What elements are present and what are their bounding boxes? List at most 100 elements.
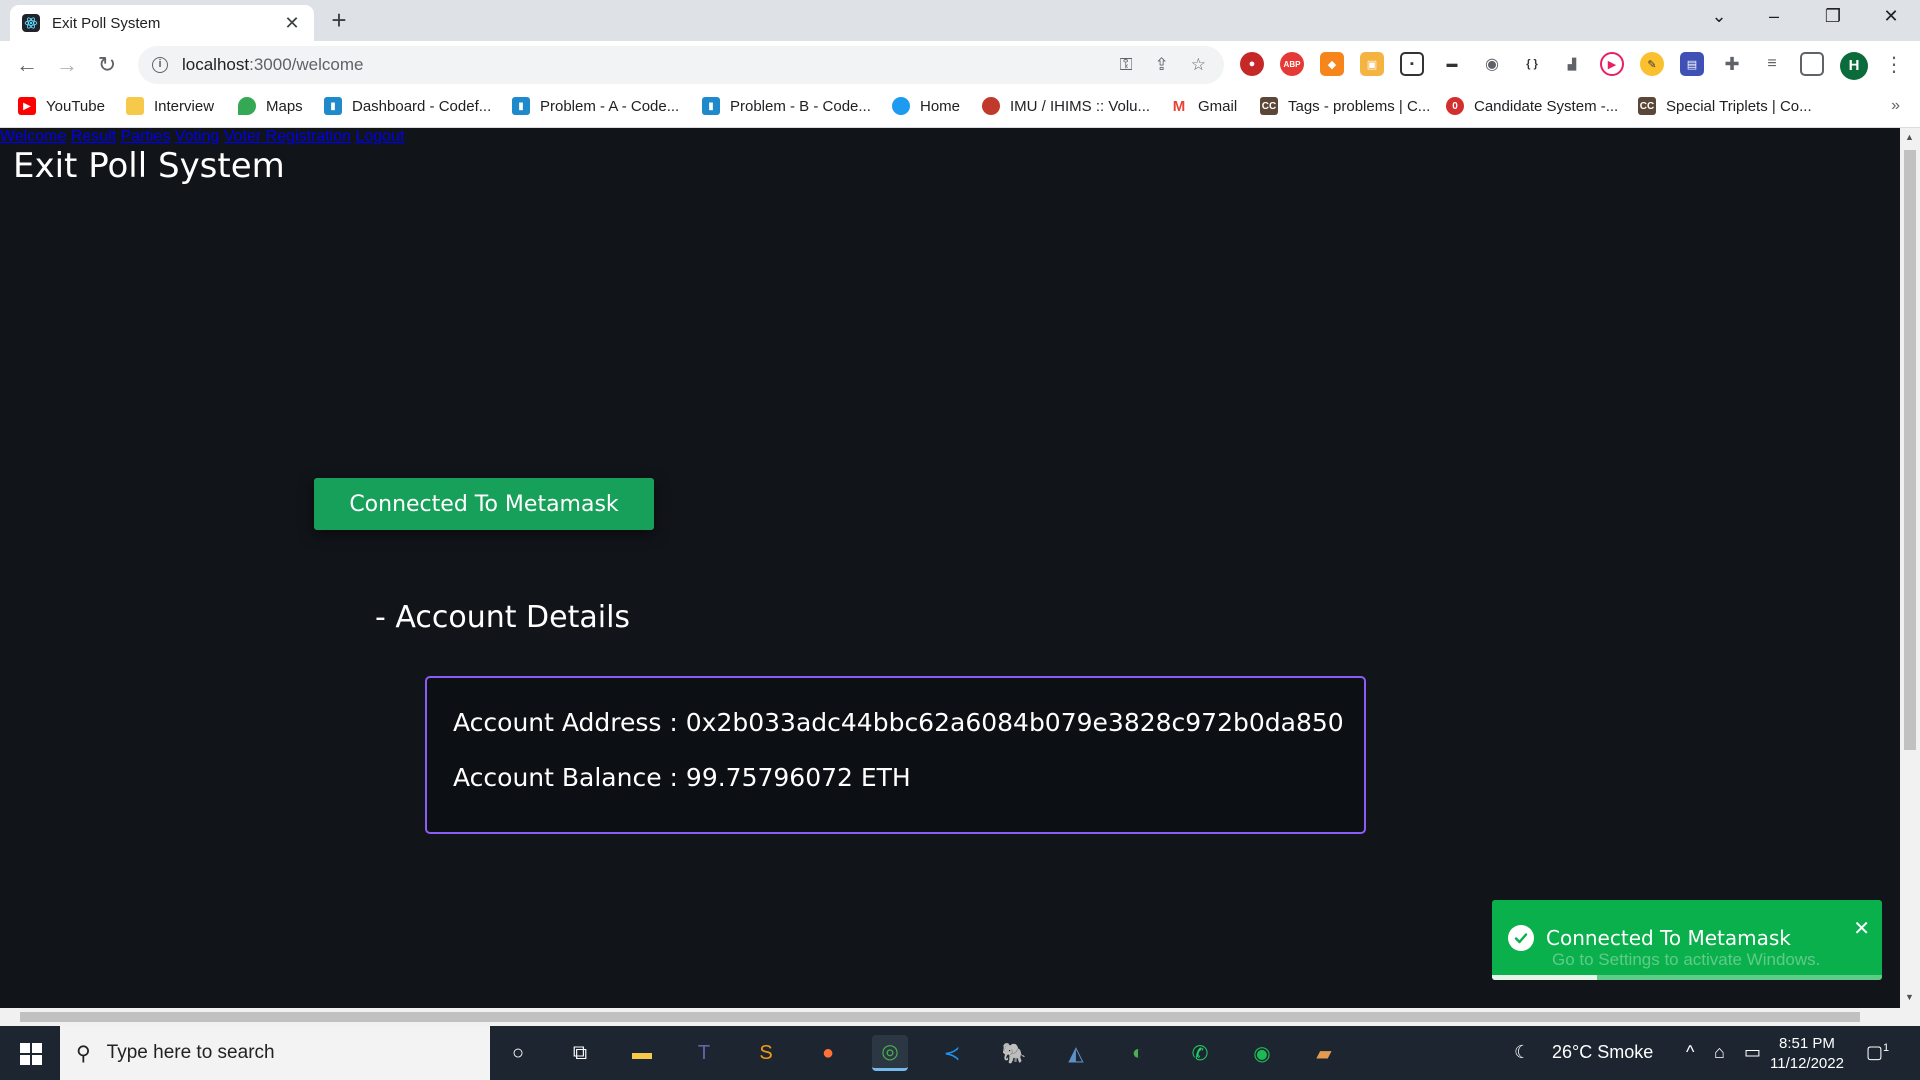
- address-bar[interactable]: i localhost:3000/welcome ⚿ ⇪ ☆: [138, 46, 1224, 84]
- site-info-icon[interactable]: i: [152, 57, 168, 73]
- bookmark-label: IMU / IHIMS :: Volu...: [1010, 97, 1151, 115]
- tab-strip: Exit Poll System ✕ + ⌄ – ❐ ✕: [0, 0, 1920, 41]
- connect-metamask-button[interactable]: Connected To Metamask: [314, 478, 654, 530]
- cortana-icon[interactable]: ○: [500, 1035, 536, 1071]
- play-icon[interactable]: ▶: [1600, 52, 1624, 76]
- dash-extension-icon[interactable]: ▬: [1440, 52, 1464, 76]
- tab-close-icon[interactable]: ✕: [282, 13, 302, 34]
- battery-icon[interactable]: ▭: [1744, 1042, 1761, 1063]
- account-address: Account Address : 0x2b033adc44bbc62a6084…: [453, 708, 1344, 737]
- mongodb-compass-icon[interactable]: ◐: [1120, 1035, 1156, 1071]
- teams-icon[interactable]: T: [686, 1035, 722, 1071]
- nav-parties[interactable]: Parties: [121, 128, 171, 145]
- bookmark-problem-b[interactable]: ▮ Problem - B - Code...: [702, 97, 871, 115]
- share-icon[interactable]: ⇪: [1155, 55, 1169, 75]
- picture-in-picture-icon[interactable]: ▪: [1400, 52, 1424, 76]
- postgres-icon[interactable]: 🐘: [996, 1035, 1032, 1071]
- extensions-bar: ● ABP ◆ ▣ ▪ ▬ ◉ { } ▟ ▶ ✎ ▤ ✚ ≡: [1240, 52, 1824, 76]
- codechef-icon: CC: [1638, 97, 1656, 115]
- tab-search-icon[interactable]: ⌄: [1704, 6, 1734, 27]
- chrome-icon[interactable]: ◎: [872, 1035, 908, 1071]
- folder-icon: [126, 97, 144, 115]
- bookmark-label: Home: [920, 97, 961, 115]
- bookmark-gmail[interactable]: M Gmail: [1170, 97, 1237, 115]
- bookmark-tags-problems[interactable]: CC Tags - problems | C...: [1260, 97, 1430, 115]
- scroll-down-icon[interactable]: ▼: [1905, 992, 1914, 1002]
- brand-title[interactable]: Exit Poll System: [13, 146, 285, 186]
- bookmark-special-triplets[interactable]: CC Special Triplets | Co...: [1638, 97, 1812, 115]
- tab-exit-poll-system[interactable]: Exit Poll System ✕: [10, 5, 314, 41]
- more-menu-icon[interactable]: ⋮: [1884, 52, 1904, 77]
- spotify-icon[interactable]: ◉: [1244, 1035, 1280, 1071]
- nav-welcome[interactable]: Welcome: [0, 128, 66, 145]
- weather-text[interactable]: 26°C Smoke: [1552, 1042, 1653, 1063]
- url-path: :3000/welcome: [249, 55, 364, 74]
- whatsapp-icon[interactable]: ✆: [1182, 1035, 1218, 1071]
- vertical-scrollbar[interactable]: ▲ ▼: [1900, 128, 1920, 1008]
- side-panel-icon[interactable]: [1800, 52, 1824, 76]
- adblock-icon[interactable]: ABP: [1280, 52, 1304, 76]
- reload-icon[interactable]: ↻: [93, 51, 121, 79]
- nav-voter-registration[interactable]: Voter Registration: [224, 128, 351, 145]
- bookmark-label: Dashboard - Codef...: [352, 97, 492, 115]
- file-explorer-icon[interactable]: ▬: [624, 1035, 660, 1071]
- bookmark-youtube[interactable]: ▶ YouTube: [18, 97, 105, 115]
- minimize-button[interactable]: –: [1759, 6, 1789, 27]
- bookmarks-overflow-icon[interactable]: »: [1891, 97, 1900, 115]
- taskbar-clock[interactable]: 8:51 PM 11/12/2022: [1770, 1034, 1844, 1074]
- weather-moon-icon: ☾: [1514, 1042, 1531, 1062]
- codeforces-icon: ▮: [512, 97, 530, 115]
- stats-icon[interactable]: ▟: [1560, 52, 1584, 76]
- scroll-up-icon[interactable]: ▲: [1905, 132, 1914, 142]
- camera-icon[interactable]: ◉: [1480, 52, 1504, 76]
- vscode-icon[interactable]: ≺: [934, 1035, 970, 1071]
- windows-start-icon[interactable]: [20, 1043, 42, 1065]
- bookmark-label: Special Triplets | Co...: [1666, 97, 1812, 115]
- extension-orange-icon[interactable]: ▣: [1360, 52, 1384, 76]
- extensions-puzzle-icon[interactable]: ✚: [1720, 52, 1744, 76]
- forward-icon[interactable]: →: [53, 51, 81, 79]
- bookmark-label: YouTube: [46, 97, 105, 115]
- ganache-icon[interactable]: ▰: [1306, 1035, 1342, 1071]
- restore-button[interactable]: ❐: [1818, 6, 1848, 27]
- task-view-icon[interactable]: ⧉: [562, 1035, 598, 1071]
- horizontal-scroll-thumb[interactable]: [20, 1012, 1860, 1022]
- maps-icon: [238, 97, 256, 115]
- taskbar-search[interactable]: ⚲ Type here to search: [60, 1026, 490, 1080]
- toast-progress-track: [1492, 975, 1882, 980]
- vertical-scroll-thumb[interactable]: [1904, 150, 1916, 750]
- horizontal-scrollbar[interactable]: [0, 1008, 1920, 1026]
- nav-result[interactable]: Result: [71, 128, 116, 145]
- bookmark-interview[interactable]: Interview: [126, 97, 214, 115]
- postman-icon[interactable]: ●: [810, 1035, 846, 1071]
- nav-logout[interactable]: Logout: [355, 128, 404, 145]
- close-window-button[interactable]: ✕: [1876, 6, 1906, 27]
- save-extension-icon[interactable]: ▤: [1680, 52, 1704, 76]
- metamask-icon[interactable]: ◆: [1320, 52, 1344, 76]
- media-queue-icon[interactable]: ≡: [1760, 52, 1784, 76]
- key-icon[interactable]: ⚿: [1120, 55, 1133, 75]
- bookmark-maps[interactable]: Maps: [238, 97, 303, 115]
- notification-center-icon[interactable]: ▢1: [1866, 1042, 1889, 1063]
- bookmark-label: Candidate System -...: [1474, 97, 1619, 115]
- pen-extension-icon[interactable]: ✎: [1640, 52, 1664, 76]
- profile-avatar[interactable]: H: [1840, 52, 1868, 80]
- search-icon: ⚲: [76, 1042, 91, 1065]
- bookmark-home[interactable]: Home: [892, 97, 960, 115]
- sublime-text-icon[interactable]: S: [748, 1035, 784, 1071]
- toast-close-icon[interactable]: ✕: [1853, 916, 1870, 941]
- nav-voting[interactable]: Voting: [175, 128, 219, 145]
- mysql-workbench-icon[interactable]: ◭: [1058, 1035, 1094, 1071]
- url-text: localhost:3000/welcome: [182, 55, 363, 75]
- tray-overflow-icon[interactable]: ^: [1686, 1042, 1694, 1063]
- network-icon[interactable]: ⌂: [1714, 1042, 1725, 1063]
- bookmark-problem-a[interactable]: ▮ Problem - A - Code...: [512, 97, 679, 115]
- bookmark-candidate-system[interactable]: 0 Candidate System -...: [1446, 97, 1618, 115]
- back-icon[interactable]: ←: [13, 51, 41, 79]
- bookmark-dashboard-codeforces[interactable]: ▮ Dashboard - Codef...: [324, 97, 491, 115]
- shield-extension-icon[interactable]: ●: [1240, 52, 1264, 76]
- json-extension-icon[interactable]: { }: [1520, 52, 1544, 76]
- new-tab-button[interactable]: +: [326, 7, 352, 34]
- bookmark-imu[interactable]: IMU / IHIMS :: Volu...: [982, 97, 1150, 115]
- star-icon[interactable]: ☆: [1191, 55, 1206, 75]
